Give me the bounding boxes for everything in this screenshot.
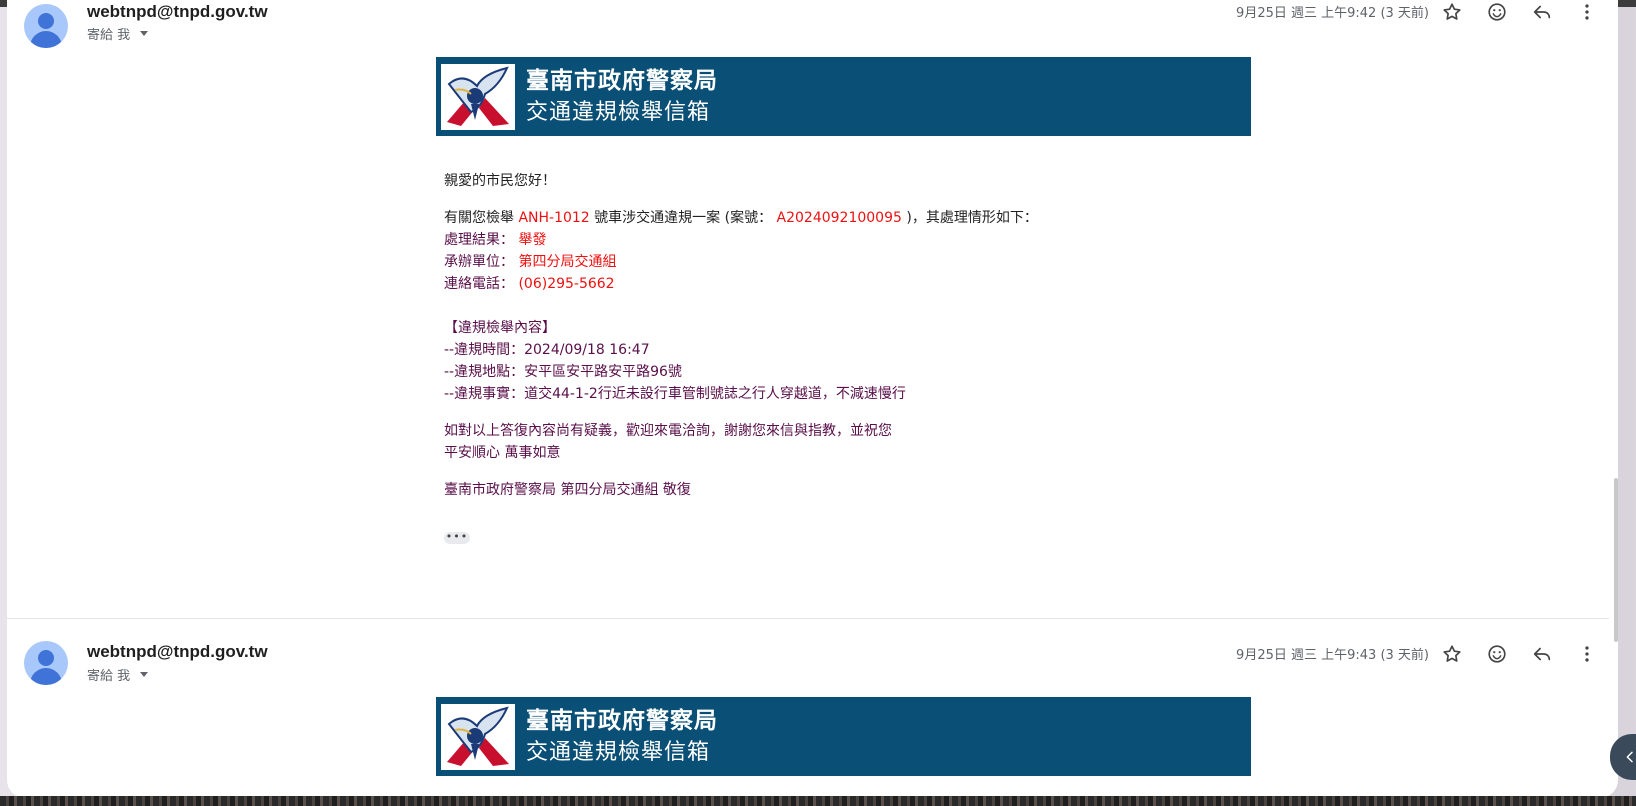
reply-icon — [1533, 647, 1551, 661]
intro-suffix: )，其處理情形如下： — [901, 210, 1038, 226]
more-vert-icon — [1585, 646, 1589, 662]
sender-email[interactable]: webtnpd@tnpd.gov.tw — [87, 2, 268, 22]
violation-time-line: --違規時間：2024/09/18 16:47 — [444, 339, 1204, 361]
emoji-icon — [1488, 645, 1506, 663]
emoji-reaction-button[interactable] — [1482, 639, 1512, 669]
sender-avatar[interactable] — [24, 641, 68, 685]
closing-line-1: 如對以上答復內容尚有疑義，歡迎來電洽詢，謝謝您來信與指教，並祝您 — [444, 423, 892, 439]
email-thread-panel: webtnpd@tnpd.gov.tw 寄給 我 9月25日 週三 上午9:42… — [7, 0, 1618, 798]
reply-button[interactable] — [1527, 0, 1557, 27]
violation-place-value: 安平區安平路安平路96號 — [524, 364, 682, 380]
avatar-body-shape — [30, 31, 62, 48]
unit-value: 第四分局交通組 — [514, 254, 617, 270]
recipient-label: 寄給 我 — [87, 669, 131, 684]
violation-place-line: --違規地點：安平區安平路安平路96號 — [444, 361, 1204, 383]
closing-line-2: 平安順心 萬事如意 — [444, 445, 561, 461]
case-number: A2024092100095 — [776, 210, 902, 226]
star-icon — [1443, 645, 1461, 662]
chevron-left-icon — [1626, 751, 1633, 763]
recipient-line[interactable]: 寄給 我 — [87, 24, 149, 43]
violation-fact-label: --違規事實： — [444, 386, 525, 402]
message-header: webtnpd@tnpd.gov.tw 寄給 我 9月25日 週三 上午9:43… — [7, 636, 1618, 696]
phone-label: 連絡電話： — [444, 276, 514, 292]
police-mailbox-banner: 臺南市政府警察局 交通違規檢舉信箱 — [436, 697, 1251, 776]
more-options-button[interactable] — [1572, 639, 1602, 669]
police-emblem-logo — [441, 63, 515, 130]
show-trimmed-content-button[interactable]: ••• — [444, 531, 470, 544]
chevron-down-icon[interactable] — [140, 672, 149, 677]
case-intro-line: 有關您檢舉 ANH-1012 號車涉交通違規一案 (案號： A202409210… — [444, 207, 1204, 229]
avatar-head-shape — [38, 650, 54, 666]
avatar-body-shape — [30, 668, 62, 685]
emoji-icon — [1488, 3, 1506, 21]
message-divider — [7, 618, 1609, 619]
sender-avatar[interactable] — [24, 4, 68, 48]
phone-line: 連絡電話： (06)295-5662 — [444, 273, 1204, 295]
sender-email[interactable]: webtnpd@tnpd.gov.tw — [87, 642, 268, 662]
message-date: 9月25日 週三 上午9:43 (3 天前) — [1236, 648, 1429, 663]
message-date: 9月25日 週三 上午9:42 (3 天前) — [1236, 6, 1429, 21]
violation-fact-value: 道交44-1-2行近未設行車管制號誌之行人穿越道，不減速慢行 — [524, 386, 906, 402]
reply-icon — [1533, 5, 1551, 19]
result-line: 處理結果： 舉發 — [444, 229, 1204, 251]
email-body: 親愛的市民您好！ 有關您檢舉 ANH-1012 號車涉交通違規一案 (案號： A… — [444, 170, 1204, 501]
violation-time-value: 2024/09/18 16:47 — [524, 342, 650, 358]
recipient-label: 寄給 我 — [87, 28, 131, 43]
emoji-reaction-button[interactable] — [1482, 0, 1512, 27]
violation-time-label: --違規時間： — [444, 342, 525, 358]
star-button[interactable] — [1437, 0, 1467, 27]
section-title: 【違規檢舉內容】 — [444, 320, 556, 336]
banner-subtitle: 交通違規檢舉信箱 — [526, 739, 711, 765]
chevron-down-icon[interactable] — [140, 31, 149, 36]
more-options-button[interactable] — [1572, 0, 1602, 27]
signature-line: 臺南市政府警察局 第四分局交通組 敬復 — [444, 482, 691, 498]
violation-place-label: --違規地點： — [444, 364, 525, 380]
license-plate: ANH-1012 — [518, 210, 590, 226]
violation-fact-line: --違規事實：道交44-1-2行近未設行車管制號誌之行人穿越道，不減速慢行 — [444, 383, 1204, 405]
unit-label: 承辦單位： — [444, 254, 514, 270]
result-value: 舉發 — [514, 232, 547, 248]
star-button[interactable] — [1437, 639, 1467, 669]
scrollbar-thumb[interactable] — [1614, 478, 1618, 642]
recipient-line[interactable]: 寄給 我 — [87, 665, 149, 684]
intro-prefix: 有關您檢舉 — [444, 210, 519, 226]
phone-value: (06)295-5662 — [514, 276, 615, 292]
more-vert-icon — [1585, 4, 1589, 20]
banner-subtitle: 交通違規檢舉信箱 — [526, 99, 711, 125]
police-mailbox-banner: 臺南市政府警察局 交通違規檢舉信箱 — [436, 57, 1251, 136]
result-label: 處理結果： — [444, 232, 514, 248]
police-emblem-logo — [441, 703, 515, 770]
unit-line: 承辦單位： 第四分局交通組 — [444, 251, 1204, 273]
greeting-text: 親愛的市民您好！ — [444, 173, 556, 189]
banner-title: 臺南市政府警察局 — [526, 706, 718, 734]
intro-middle: 號車涉交通違規一案 (案號： — [589, 210, 777, 226]
window-bottom-edge — [0, 796, 1636, 806]
star-icon — [1443, 3, 1461, 20]
reply-button[interactable] — [1527, 639, 1557, 669]
banner-title: 臺南市政府警察局 — [526, 66, 718, 94]
avatar-head-shape — [38, 13, 54, 29]
message-header: webtnpd@tnpd.gov.tw 寄給 我 9月25日 週三 上午9:42… — [7, 0, 1618, 57]
